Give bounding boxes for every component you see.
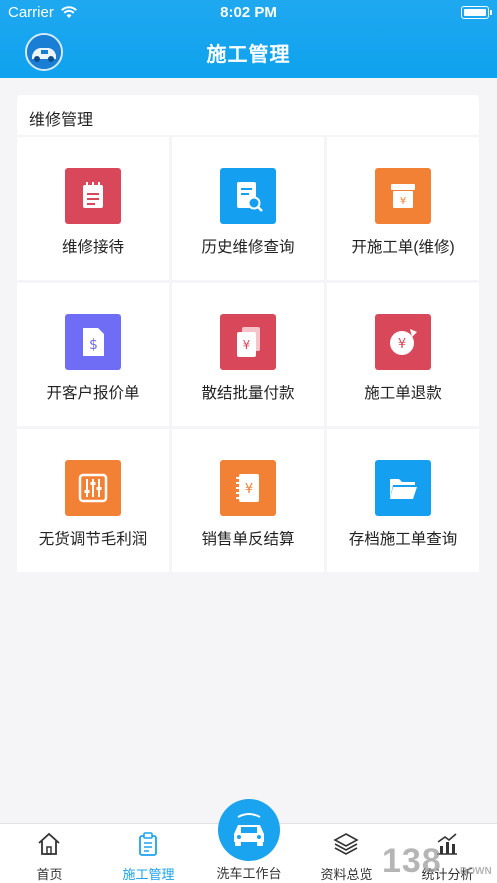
section-title: 维修管理 [29,112,94,129]
grid-item-label: 开施工单(维修) [351,239,455,256]
grid-item-label: 施工单退款 [364,385,442,402]
tab-label: 首页 [36,867,63,882]
notepad-icon [65,168,121,224]
tab-label-car-wash: 洗车工作台 [216,866,282,881]
grid-item-archived-query[interactable]: 存档施工单查询 [327,429,479,572]
watermark-logo: 138 DOWN [352,842,497,883]
clipboard-icon [135,831,161,862]
grid-item-repair-reception[interactable]: 维修接待 [17,137,169,280]
grid-item-work-order-refund[interactable]: ¥ 施工单退款 [327,283,479,426]
home-icon [36,831,62,862]
battery-icon [461,6,492,19]
function-grid: 维修接待 历史维修查询 ¥ 开施工单(维修) $ 开客户报价单 ¥ 散结批量付款… [17,137,479,573]
grid-item-label: 散结批量付款 [201,385,295,402]
box-yuan-icon: ¥ [375,168,431,224]
grid-item-label: 维修接待 [61,239,124,256]
tab-home[interactable]: 首页 [0,824,99,883]
grid-item-history-query[interactable]: 历史维修查询 [172,137,324,280]
page-title: 施工管理 [206,44,291,66]
status-time: 8:02 PM [220,4,277,21]
car-wash-icon [234,813,264,846]
grid-item-label: 开客户报价单 [46,385,140,402]
receipt-yuan-icon: ¥ [220,460,276,516]
folder-icon [375,460,431,516]
grid-item-label: 存档施工单查询 [348,531,458,548]
refund-yuan-icon: ¥ [375,314,431,370]
grid-item-customer-quote[interactable]: $ 开客户报价单 [17,283,169,426]
stacked-bills-yuan-icon: ¥ [220,314,276,370]
maintenance-panel: 维修管理 维修接待 历史维修查询 ¥ 开施工单(维修) $ 开客户报价单 ¥ 散… [17,95,479,573]
document-dollar-icon: $ [65,314,121,370]
sliders-icon [65,460,121,516]
svg-text:¥: ¥ [400,196,406,207]
car-wash-button[interactable] [218,799,280,861]
svg-text:$: $ [89,337,98,353]
grid-item-batch-payment[interactable]: ¥ 散结批量付款 [172,283,324,426]
watermark-text: 138 [382,842,442,880]
document-search-icon [220,168,276,224]
watermark-subtext: DOWN [460,866,492,877]
top-bar: Carrier 8:02 PM 施工管理 [0,0,497,78]
grid-item-margin-adjust[interactable]: 无货调节毛利润 [17,429,169,572]
svg-text:¥: ¥ [243,338,251,352]
grid-item-sales-reverse-settlement[interactable]: ¥ 销售单反结算 [172,429,324,572]
grid-item-label: 历史维修查询 [201,239,295,256]
status-bar: Carrier 8:02 PM [0,4,497,24]
svg-text:¥: ¥ [398,337,406,352]
grid-item-label: 销售单反结算 [201,531,295,548]
tab-construction-management[interactable]: 施工管理 [99,824,198,883]
svg-text:¥: ¥ [245,482,253,497]
section-header: 维修管理 [17,95,479,135]
tab-label: 施工管理 [122,867,175,882]
grid-item-open-work-order[interactable]: ¥ 开施工单(维修) [327,137,479,280]
grid-item-label: 无货调节毛利润 [38,531,148,548]
